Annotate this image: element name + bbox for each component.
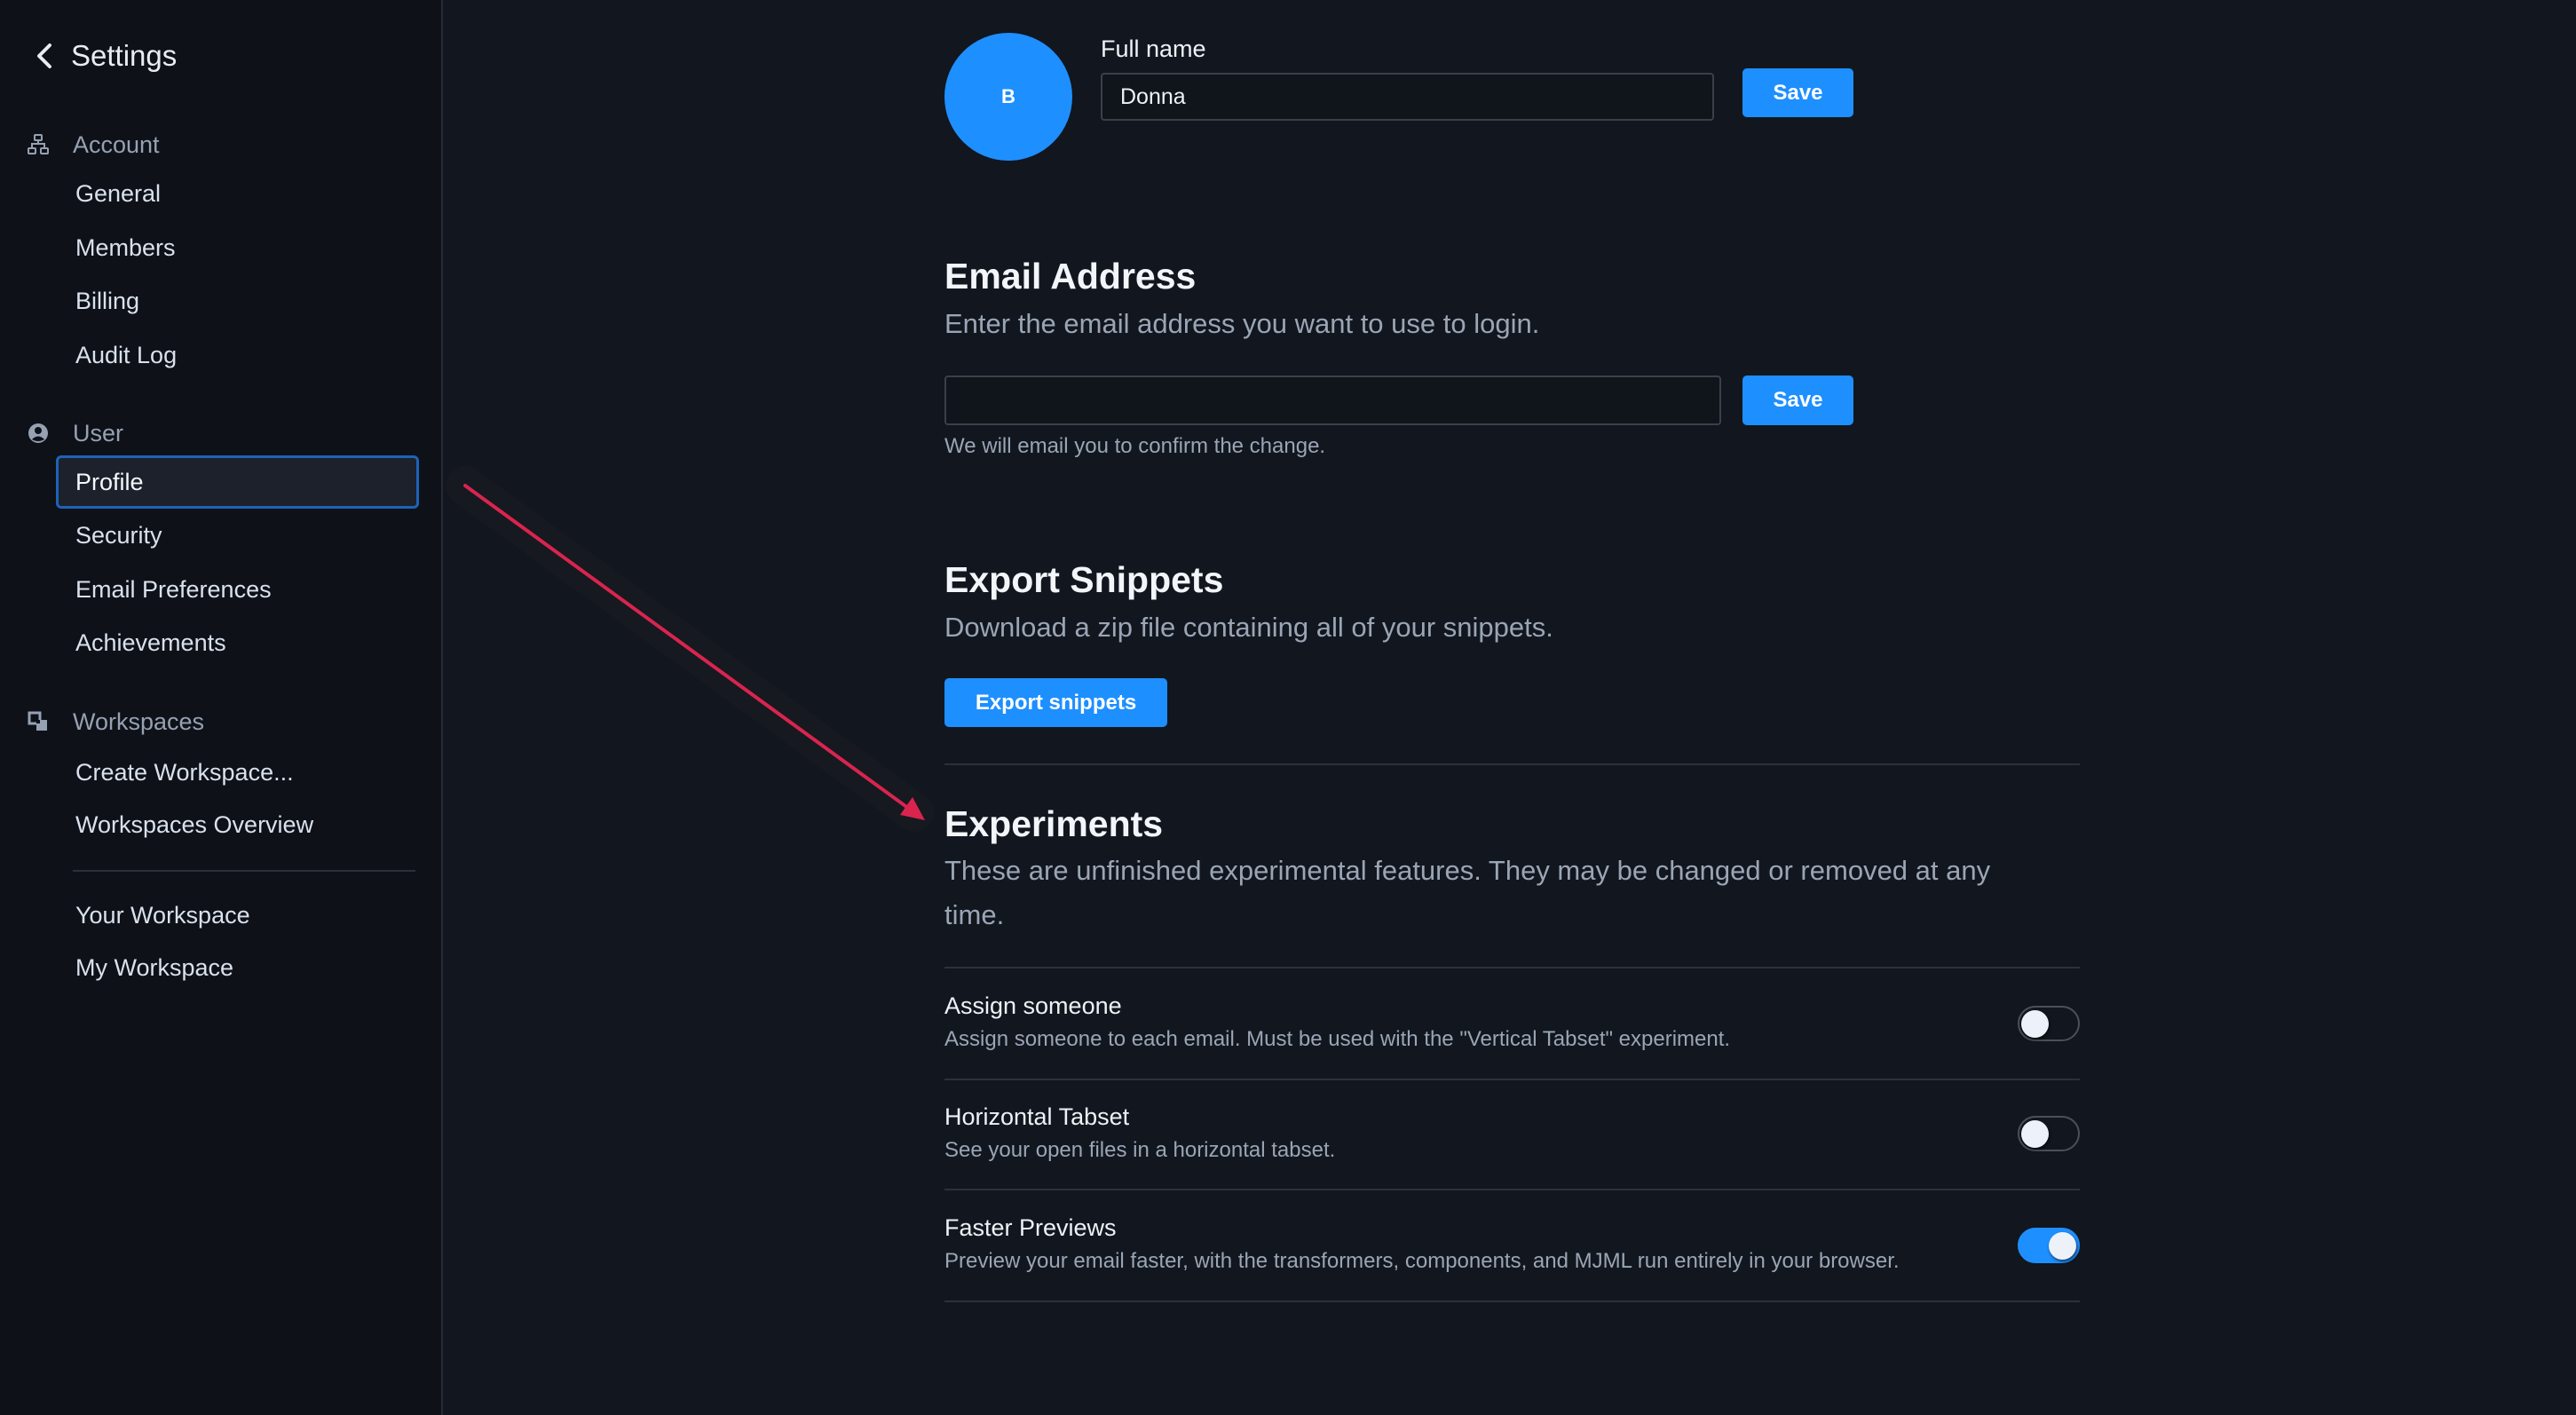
experiments-description: These are unfinished experimental featur… — [944, 855, 1991, 886]
sidebar-item-audit-log[interactable]: Audit Log — [56, 328, 419, 382]
section-divider — [944, 763, 2080, 765]
email-section-description: Enter the email address you want to use … — [944, 308, 1540, 339]
workspaces-icon — [27, 710, 50, 733]
experiment-title: Assign someone — [944, 992, 1122, 1019]
sidebar-group-user: User — [27, 415, 123, 451]
arrow-head-icon — [900, 797, 925, 820]
sidebar-item-billing[interactable]: Billing — [56, 274, 419, 328]
horizontal-tabset-toggle[interactable] — [2018, 1116, 2080, 1151]
experiment-row-divider — [944, 1189, 2080, 1190]
user-circle-icon — [27, 422, 50, 445]
toggle-knob — [2021, 1120, 2049, 1148]
experiment-row-horizontal-tabset: Horizontal Tabset See your open files in… — [944, 1103, 1335, 1163]
save-name-button[interactable]: Save — [1742, 68, 1853, 117]
sidebar-group-label: Workspaces — [73, 708, 205, 735]
experiment-description: Preview your email faster, with the tran… — [944, 1249, 1900, 1273]
export-section-description: Download a zip file containing all of yo… — [944, 612, 1553, 643]
email-help-text: We will email you to confirm the change. — [944, 434, 1326, 458]
email-input[interactable] — [944, 375, 1721, 425]
back-to-settings[interactable]: Settings — [34, 36, 177, 76]
sidebar-item-security[interactable]: Security — [56, 509, 419, 562]
sidebar-item-create-workspace[interactable]: Create Workspace... — [56, 746, 419, 799]
export-snippets-button[interactable]: Export snippets — [944, 678, 1167, 727]
experiments-heading: Experiments — [944, 803, 1164, 844]
sidebar-group-label: Account — [73, 130, 160, 158]
experiment-title: Horizontal Tabset — [944, 1103, 1130, 1130]
sitemap-icon — [27, 133, 50, 156]
sidebar-item-general[interactable]: General — [56, 167, 419, 220]
sidebar-group-account: Account — [27, 127, 160, 162]
email-section-heading: Email Address — [944, 256, 1197, 296]
experiment-row-divider — [944, 1300, 2080, 1302]
assign-someone-toggle[interactable] — [2018, 1006, 2080, 1041]
sidebar-item-members[interactable]: Members — [56, 221, 419, 274]
settings-sidebar: Settings Account General Members Billing… — [0, 0, 443, 1415]
arrow-line — [463, 484, 907, 808]
sidebar-item-email-preferences[interactable]: Email Preferences — [56, 563, 419, 616]
sidebar-item-my-workspace[interactable]: My Workspace — [56, 941, 419, 994]
experiment-title: Faster Previews — [944, 1214, 1117, 1241]
export-section-heading: Export Snippets — [944, 559, 1224, 600]
full-name-input[interactable] — [1101, 73, 1714, 121]
experiment-description: See your open files in a horizontal tabs… — [944, 1138, 1336, 1162]
sidebar-group-label: User — [73, 419, 124, 447]
chevron-left-icon — [37, 43, 51, 68]
sidebar-title: Settings — [71, 39, 178, 72]
sidebar-item-your-workspace[interactable]: Your Workspace — [56, 889, 419, 942]
sidebar-item-workspaces-overview[interactable]: Workspaces Overview — [56, 798, 419, 851]
sidebar-divider — [73, 870, 415, 872]
sidebar-item-achievements[interactable]: Achievements — [56, 616, 419, 669]
experiments-description-cont: time. — [944, 899, 1005, 930]
experiment-row-faster-previews: Faster Previews Preview your email faste… — [944, 1214, 1900, 1274]
sidebar-group-workspaces: Workspaces — [27, 704, 204, 739]
full-name-label: Full name — [1101, 36, 1206, 62]
faster-previews-toggle[interactable] — [2018, 1228, 2080, 1263]
toggle-knob — [2021, 1010, 2049, 1038]
experiment-row-divider — [944, 1079, 2080, 1080]
sidebar-item-profile[interactable]: Profile — [56, 455, 419, 509]
save-email-button[interactable]: Save — [1742, 375, 1853, 425]
avatar[interactable]: B — [944, 33, 1072, 161]
toggle-knob — [2049, 1232, 2076, 1260]
experiment-row-assign-someone: Assign someone Assign someone to each em… — [944, 992, 1730, 1052]
experiment-description: Assign someone to each email. Must be us… — [944, 1027, 1731, 1051]
experiments-divider — [944, 967, 2080, 968]
